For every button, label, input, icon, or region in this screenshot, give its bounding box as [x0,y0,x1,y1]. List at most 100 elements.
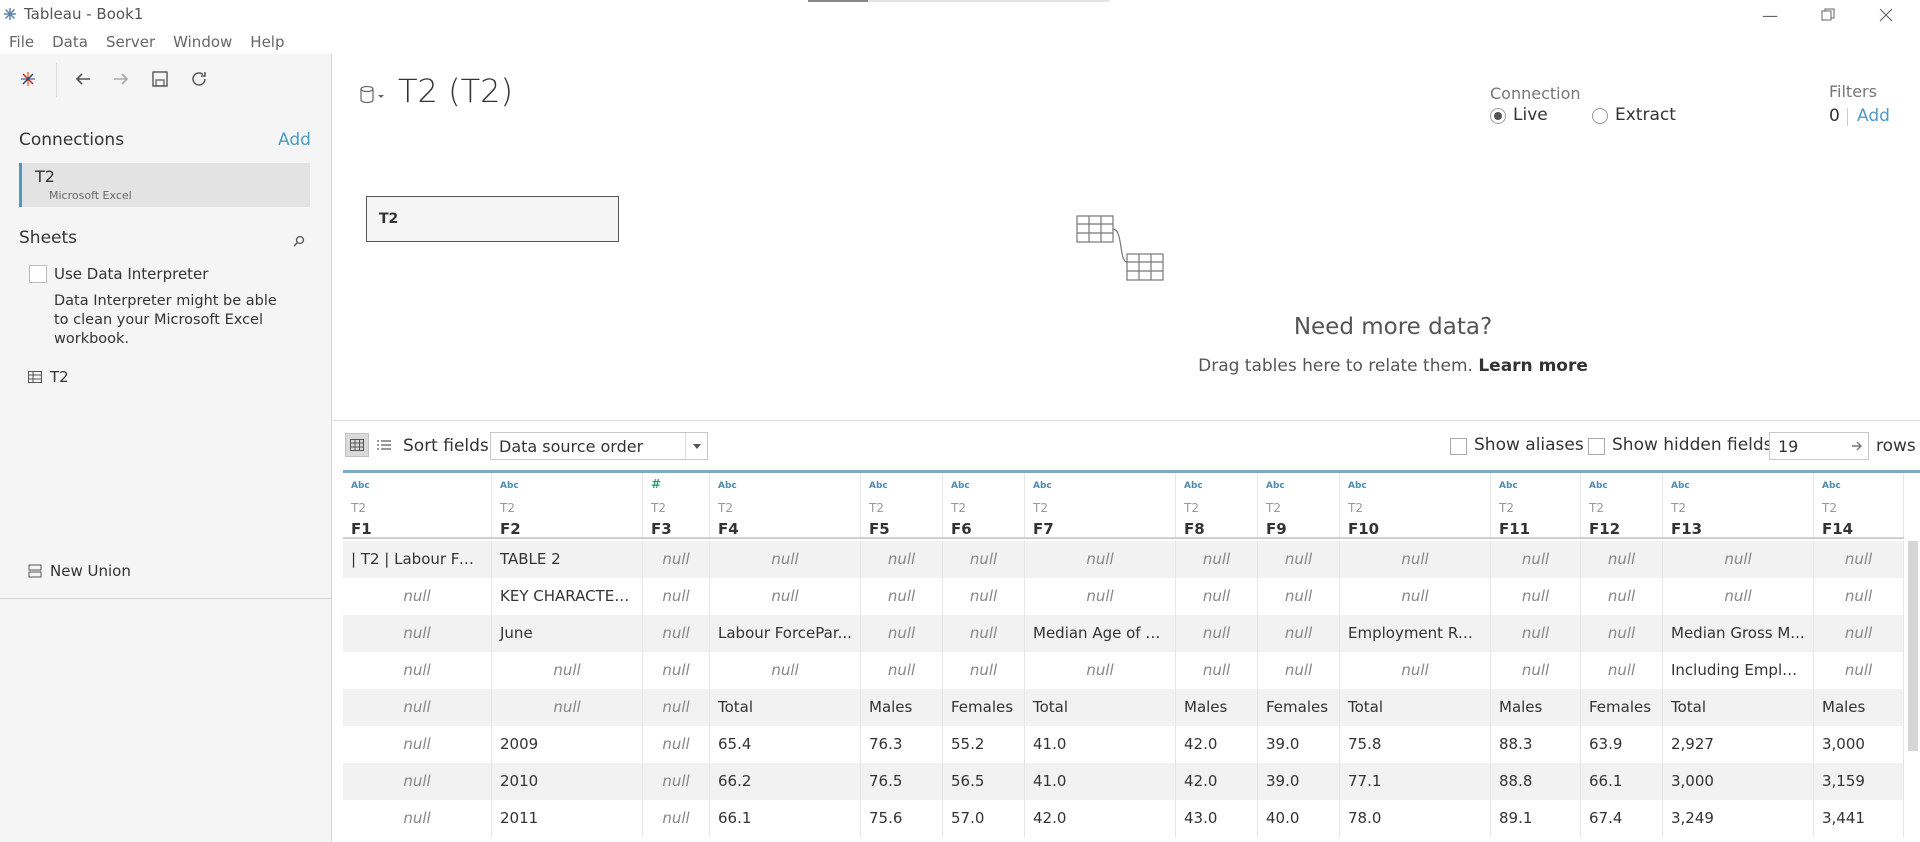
table-cell[interactable]: Females [943,689,1025,726]
menu-help[interactable]: Help [241,30,293,54]
table-cell[interactable]: null [710,578,861,615]
field-type-icon[interactable]: Abc [1348,481,1367,491]
column-header-f6[interactable]: Abc T2 F6 [943,473,1025,538]
field-name[interactable]: F8 [1184,520,1205,538]
redo-icon[interactable] [108,66,134,92]
table-cell[interactable]: null [1176,615,1258,652]
table-cell[interactable]: null [1340,578,1491,615]
field-name[interactable]: F10 [1348,520,1379,538]
table-cell[interactable]: null [1258,615,1340,652]
table-cell[interactable]: null [1340,541,1491,578]
undo-icon[interactable] [70,66,96,92]
table-cell[interactable]: 2010 [492,763,643,800]
learn-more-link[interactable]: Learn more [1478,356,1588,376]
table-cell[interactable]: Including Employ... [1663,652,1814,689]
table-cell[interactable]: null [1491,652,1581,689]
field-type-icon[interactable]: Abc [718,481,737,491]
table-cell[interactable]: null [343,800,492,837]
table-cell[interactable]: Median Age of L... [1025,615,1176,652]
table-cell[interactable]: null [492,689,643,726]
table-cell[interactable]: 88.3 [1491,726,1581,763]
canvas-table-t2[interactable]: T2 [366,196,619,242]
table-cell[interactable]: null [943,541,1025,578]
table-cell[interactable]: | T2 | Labour Forc... [343,541,492,578]
table-cell[interactable]: null [943,615,1025,652]
table-cell[interactable]: null [1491,541,1581,578]
table-cell[interactable]: Males [1814,689,1904,726]
field-name[interactable]: F1 [351,520,372,538]
table-cell[interactable]: null [343,578,492,615]
rows-count-input[interactable]: 19 [1769,432,1869,460]
table-cell[interactable]: 55.2 [943,726,1025,763]
table-cell[interactable]: null [861,615,943,652]
search-sheets-icon[interactable] [292,234,306,248]
table-cell[interactable]: null [643,763,710,800]
column-header-f4[interactable]: Abc T2 F4 [710,473,861,538]
field-name[interactable]: F4 [718,520,739,538]
table-cell[interactable]: null [1581,652,1663,689]
table-cell[interactable]: null [1814,578,1904,615]
table-cell[interactable]: 3,000 [1814,726,1904,763]
table-cell[interactable]: 67.4 [1581,800,1663,837]
table-cell[interactable]: null [1491,615,1581,652]
table-cell[interactable]: null [1176,541,1258,578]
table-cell[interactable]: 56.5 [943,763,1025,800]
connection-item-t2[interactable]: T2 Microsoft Excel [19,163,310,207]
table-cell[interactable]: null [343,689,492,726]
field-name[interactable]: F3 [651,520,672,538]
field-type-icon[interactable]: Abc [1184,481,1203,491]
table-cell[interactable]: Males [1491,689,1581,726]
field-type-icon[interactable]: # [651,477,661,491]
table-cell[interactable]: Employment Rat... [1340,615,1491,652]
table-cell[interactable]: 89.1 [1491,800,1581,837]
column-header-f12[interactable]: Abc T2 F12 [1581,473,1663,538]
field-type-icon[interactable]: Abc [500,481,519,491]
field-type-icon[interactable]: Abc [351,481,370,491]
field-type-icon[interactable]: Abc [1589,481,1608,491]
table-cell[interactable]: null [643,541,710,578]
table-cell[interactable]: 41.0 [1025,726,1176,763]
column-header-f9[interactable]: Abc T2 F9 [1258,473,1340,538]
table-cell[interactable]: 63.9 [1581,726,1663,763]
table-cell[interactable]: null [1025,541,1176,578]
table-cell[interactable]: 40.0 [1258,800,1340,837]
table-cell[interactable]: null [1814,615,1904,652]
tableau-home-icon[interactable] [15,66,41,92]
extract-radio[interactable] [1592,108,1608,124]
table-cell[interactable]: 75.6 [861,800,943,837]
field-name[interactable]: F13 [1671,520,1702,538]
minimize-icon[interactable]: — [1742,0,1798,30]
table-cell[interactable]: null [710,652,861,689]
table-cell[interactable]: null [643,652,710,689]
table-cell[interactable]: 66.1 [710,800,861,837]
field-name[interactable]: F11 [1499,520,1530,538]
table-cell[interactable]: Total [1663,689,1814,726]
field-type-icon[interactable]: Abc [1671,481,1690,491]
column-header-f10[interactable]: Abc T2 F10 [1340,473,1491,538]
save-icon[interactable] [147,66,173,92]
sheet-item-t2[interactable]: T2 [28,366,69,388]
grid-view-icon[interactable] [345,433,369,457]
table-cell[interactable]: 75.8 [1340,726,1491,763]
table-cell[interactable]: 3,000 [1663,763,1814,800]
table-cell[interactable]: null [643,800,710,837]
table-cell[interactable]: null [1340,652,1491,689]
field-name[interactable]: F9 [1266,520,1287,538]
field-type-icon[interactable]: Abc [869,481,888,491]
table-cell[interactable]: null [643,689,710,726]
field-name[interactable]: F14 [1822,520,1853,538]
table-cell[interactable]: 66.2 [710,763,861,800]
table-cell[interactable]: 76.3 [861,726,943,763]
table-cell[interactable]: 78.0 [1340,800,1491,837]
table-cell[interactable]: null [1581,578,1663,615]
table-cell[interactable]: 2011 [492,800,643,837]
table-cell[interactable]: null [861,652,943,689]
column-header-f11[interactable]: Abc T2 F11 [1491,473,1581,538]
arrow-right-icon[interactable] [1850,439,1864,453]
menu-window[interactable]: Window [164,30,241,54]
menu-data[interactable]: Data [43,30,97,54]
table-cell[interactable]: Total [710,689,861,726]
field-name[interactable]: F5 [869,520,890,538]
datasource-title[interactable]: T2 (T2) [398,72,513,110]
restore-icon[interactable] [1800,0,1856,30]
